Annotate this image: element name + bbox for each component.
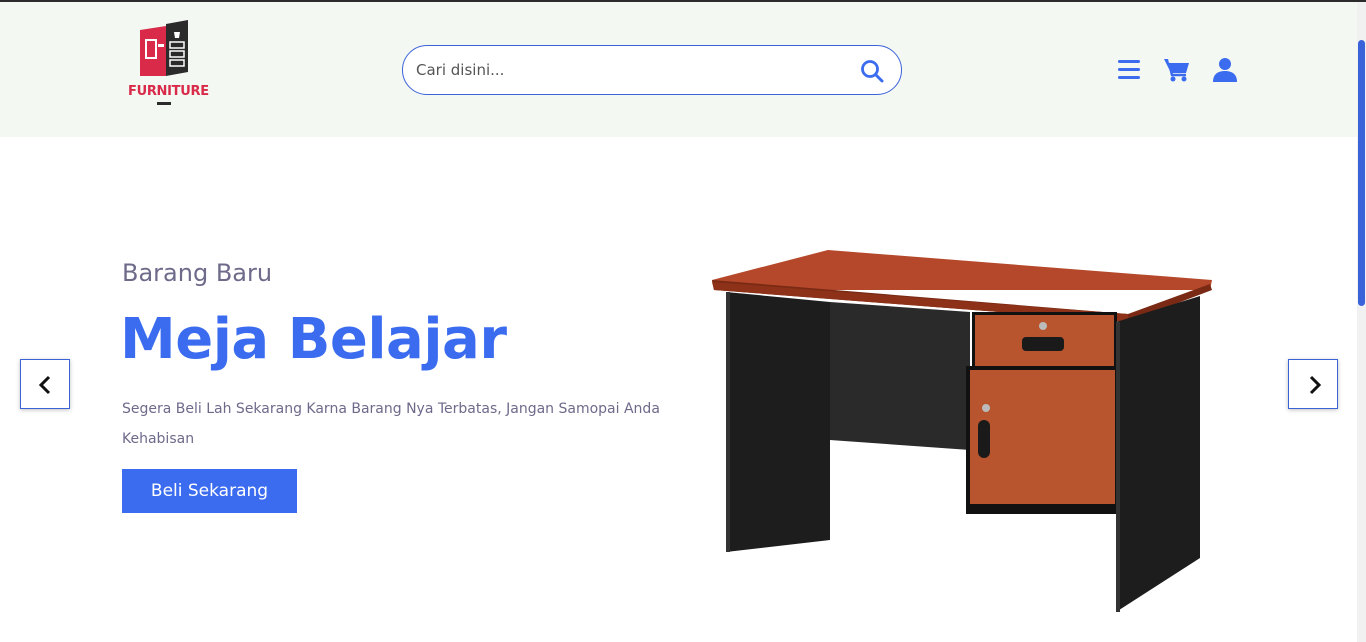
cart-button[interactable] xyxy=(1163,57,1189,83)
study-desk-image xyxy=(712,250,1212,612)
chevron-right-icon xyxy=(1309,375,1322,395)
account-button[interactable] xyxy=(1212,57,1238,83)
user-icon xyxy=(1213,58,1237,82)
search-input[interactable] xyxy=(416,58,846,82)
search-button[interactable] xyxy=(859,58,885,84)
hero-description: Segera Beli Lah Sekarang Karna Barang Ny… xyxy=(122,401,660,447)
cart-icon xyxy=(1164,59,1189,82)
buy-now-button[interactable]: Beli Sekarang xyxy=(122,469,297,513)
carousel-next-button[interactable] xyxy=(1288,359,1338,409)
search-icon xyxy=(861,60,884,83)
chevron-left-icon xyxy=(38,375,51,395)
search-bar xyxy=(402,45,902,95)
scrollbar-thumb[interactable] xyxy=(1358,40,1365,306)
hero-eyebrow: Barang Baru xyxy=(122,259,273,287)
carousel-prev-button[interactable] xyxy=(20,359,70,409)
site-header: FURNITURE xyxy=(0,2,1357,137)
logo-underline xyxy=(157,102,171,105)
logo-text: FURNITURE xyxy=(128,84,209,99)
furniture-logo-icon xyxy=(140,20,188,76)
menu-icon xyxy=(1118,60,1140,79)
menu-button[interactable] xyxy=(1117,57,1143,83)
brand-logo[interactable]: FURNITURE xyxy=(128,20,209,112)
hero-title: Meja Belajar xyxy=(120,307,507,372)
